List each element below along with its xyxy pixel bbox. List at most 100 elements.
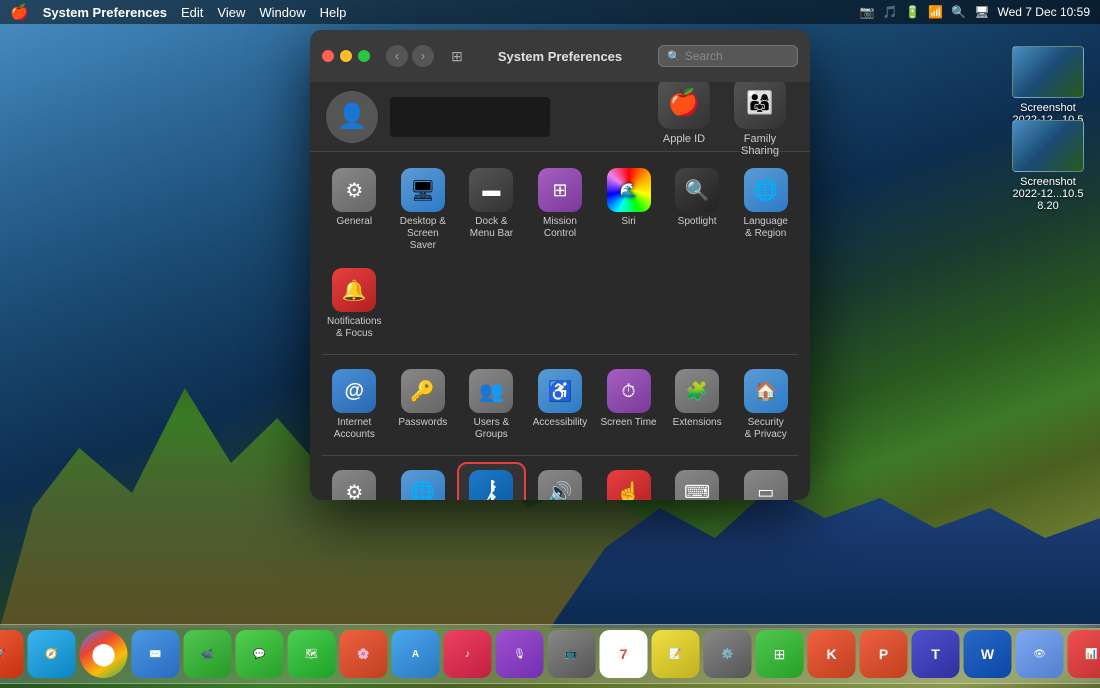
apple-menu[interactable]: 🍎 <box>10 3 29 21</box>
desktop-screensaver-icon: 🖥 <box>401 168 445 212</box>
security-privacy-label: Security& Privacy <box>745 417 787 441</box>
user-avatar[interactable]: 👤 <box>326 91 378 143</box>
dock-facetime[interactable]: 📹 <box>184 630 232 678</box>
passwords-icon: 🔑 <box>401 369 445 413</box>
extensions-icon: 🧩 <box>675 369 719 413</box>
pref-general[interactable]: ⚙ General <box>322 162 387 258</box>
dock-maps[interactable]: 🗺 <box>288 630 336 678</box>
users-groups-label: Users &Groups <box>474 417 510 441</box>
menubar-camera-icon: 📷 <box>859 5 874 19</box>
pref-accessibility[interactable]: ♿ Accessibility <box>528 363 593 447</box>
dock-menu-bar-label: Dock &Menu Bar <box>470 216 513 240</box>
minimize-button[interactable] <box>340 50 352 62</box>
dock-calendar[interactable]: 7 <box>600 630 648 678</box>
dock-keynote[interactable]: K <box>808 630 856 678</box>
pref-desktop-screensaver[interactable]: 🖥 Desktop &Screen Saver <box>391 162 456 258</box>
pref-sound[interactable]: 🔊 Sound <box>528 464 593 500</box>
family-sharing-button[interactable]: 👨‍👩‍👧 FamilySharing <box>726 73 794 161</box>
pref-spotlight[interactable]: 🔍 Spotlight <box>665 162 730 258</box>
menubar-window[interactable]: Window <box>259 5 305 20</box>
traffic-lights <box>322 50 370 62</box>
pref-language-region[interactable]: 🌐 Language& Region <box>733 162 798 258</box>
pref-software-update[interactable]: ⚙ SoftwareUpdate <box>322 464 387 500</box>
trackpad-icon: ▭ <box>744 470 788 500</box>
dock-activity[interactable]: 📊 <box>1068 630 1100 678</box>
nav-back-button[interactable]: ‹ <box>386 45 408 67</box>
dock-podcasts[interactable]: 🎙 <box>496 630 544 678</box>
family-sharing-icon: 👨‍👩‍👧 <box>734 77 786 129</box>
spotlight-icon: 🔍 <box>675 168 719 212</box>
pref-trackpad[interactable]: ▭ Trackpad <box>733 464 798 500</box>
pref-siri[interactable]: 🌊 Siri <box>596 162 661 258</box>
apple-id-label: Apple ID <box>663 133 705 145</box>
profile-section: 👤 🍎 Apple ID 👨‍👩‍👧 FamilySharing <box>310 82 810 152</box>
pref-keyboard[interactable]: ⌨ Keyboard <box>665 464 730 500</box>
close-button[interactable] <box>322 50 334 62</box>
siri-icon: 🌊 <box>607 168 651 212</box>
pref-notifications-focus[interactable]: 🔔 Notifications& Focus <box>322 262 387 346</box>
language-region-label: Language& Region <box>743 216 788 240</box>
pref-security-privacy[interactable]: 🏠 Security& Privacy <box>733 363 798 447</box>
language-region-icon: 🌐 <box>744 168 788 212</box>
pref-mission-control[interactable]: ⊞ MissionControl <box>528 162 593 258</box>
pref-network[interactable]: 🌐 Network <box>391 464 456 500</box>
apple-id-icon: 🍎 <box>658 77 710 129</box>
sound-icon: 🔊 <box>538 470 582 500</box>
pref-users-groups[interactable]: 👥 Users &Groups <box>459 363 524 447</box>
pref-bluetooth[interactable]: Bluetooth <box>459 464 524 500</box>
search-box[interactable]: 🔍 Search <box>658 45 798 67</box>
system-preferences-window: ‹ › ⊞ System Preferences 🔍 Search 👤 🍎 Ap… <box>310 30 810 500</box>
dock-word[interactable]: W <box>964 630 1012 678</box>
dock-chrome[interactable]: ⬤ <box>80 630 128 678</box>
menubar-search-icon[interactable]: 🔍 <box>951 5 966 19</box>
accessibility-icon: ♿ <box>538 369 582 413</box>
pref-dock-menu-bar[interactable]: ▬ Dock &Menu Bar <box>459 162 524 258</box>
search-icon: 🔍 <box>667 50 681 63</box>
pref-internet-accounts[interactable]: @ InternetAccounts <box>322 363 387 447</box>
dock-music[interactable]: ♪ <box>444 630 492 678</box>
grid-view-button[interactable]: ⊞ <box>446 45 468 67</box>
avatar-icon: 👤 <box>337 102 367 131</box>
dock-photos[interactable]: 🌸 <box>340 630 388 678</box>
dock-launchpad[interactable]: 🚀 <box>0 630 24 678</box>
dock: 😊 🚀 🧭 ⬤ ✉️ 📹 💬 🗺 🌸 A ♪ 🎙 📺 7 📝 ⚙️ ⊞ K P … <box>0 624 1100 684</box>
screen-time-label: Screen Time <box>600 417 656 429</box>
notifications-focus-label: Notifications& Focus <box>327 316 381 340</box>
dock-teams[interactable]: T <box>912 630 960 678</box>
pref-screen-time[interactable]: ⏱ Screen Time <box>596 363 661 447</box>
menubar-view[interactable]: View <box>217 5 245 20</box>
menubar-battery-icon: 🔋 <box>905 5 920 19</box>
maximize-button[interactable] <box>358 50 370 62</box>
menubar-mic-icon: 🎵 <box>882 5 897 19</box>
profile-name-box[interactable] <box>390 97 550 137</box>
menubar-display-icon: 🖥 <box>974 5 989 19</box>
pref-passwords[interactable]: 🔑 Passwords <box>391 363 456 447</box>
desktop-file-screenshot2[interactable]: Screenshot2022-12...10.58.20 <box>1008 120 1088 212</box>
menubar-wifi-icon: 📶 <box>928 5 943 19</box>
dock-pages[interactable]: P <box>860 630 908 678</box>
dock-safari[interactable]: 🧭 <box>28 630 76 678</box>
prefs-divider-2 <box>322 455 798 456</box>
general-icon: ⚙ <box>332 168 376 212</box>
menubar-time: Wed 7 Dec 10:59 <box>997 5 1090 19</box>
pref-extensions[interactable]: 🧩 Extensions <box>665 363 730 447</box>
apple-id-button[interactable]: 🍎 Apple ID <box>650 73 718 161</box>
dock-preview[interactable]: 👁 <box>1016 630 1064 678</box>
nav-forward-button[interactable]: › <box>412 45 434 67</box>
dock-messages[interactable]: 💬 <box>236 630 284 678</box>
dock-appletv[interactable]: 📺 <box>548 630 596 678</box>
pref-touch-id[interactable]: ☝ Touch ID <box>596 464 661 500</box>
prefs-divider-1 <box>322 354 798 355</box>
dock-mail[interactable]: ✉️ <box>132 630 180 678</box>
dock-notes[interactable]: 📝 <box>652 630 700 678</box>
menubar-help[interactable]: Help <box>320 5 347 20</box>
search-placeholder: Search <box>685 49 723 63</box>
window-title: System Preferences <box>498 49 622 64</box>
menubar-app-name[interactable]: System Preferences <box>43 5 167 20</box>
dock-numbers[interactable]: ⊞ <box>756 630 804 678</box>
mission-control-icon: ⊞ <box>538 168 582 212</box>
menubar-edit[interactable]: Edit <box>181 5 203 20</box>
screenshot2-label: Screenshot2022-12...10.58.20 <box>1008 176 1088 212</box>
dock-appstore[interactable]: A <box>392 630 440 678</box>
dock-system-preferences[interactable]: ⚙️ <box>704 630 752 678</box>
